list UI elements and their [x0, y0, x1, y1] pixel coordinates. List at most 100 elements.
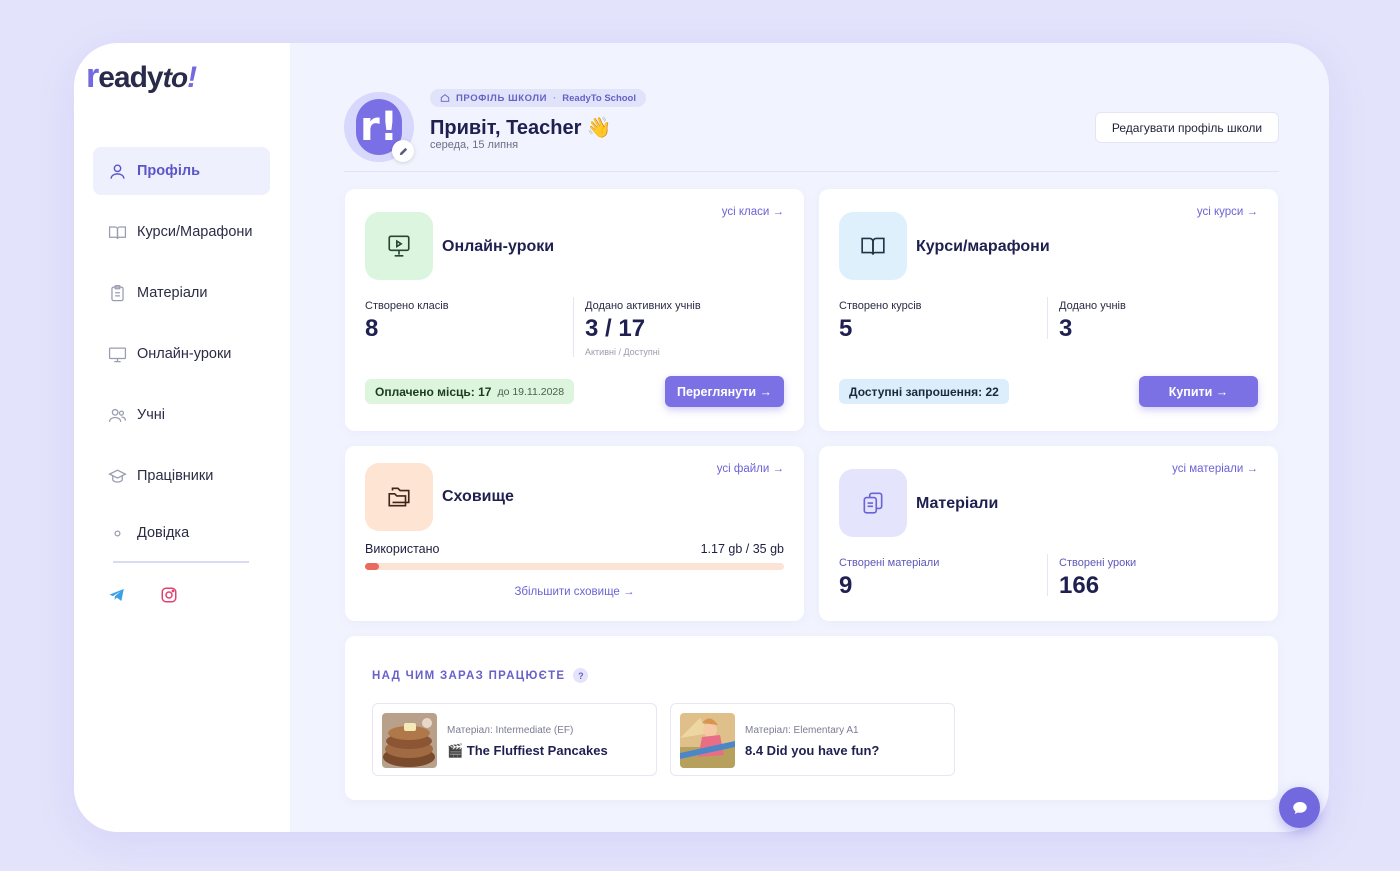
storage-used-value: 1.17 gb / 35 gb: [700, 542, 784, 556]
fun-thumbnail: [680, 713, 735, 768]
presentation-icon: [388, 235, 410, 257]
user-icon: [107, 161, 127, 181]
stat-divider: [1047, 297, 1048, 339]
sidebar-item-label: Матеріали: [137, 285, 208, 301]
sidebar-item-label: Учні: [137, 407, 165, 423]
sidebar-item-profile[interactable]: Профіль: [93, 147, 270, 195]
increase-storage-link[interactable]: Збільшити сховище →: [345, 586, 804, 598]
wip-item-title: 8.4 Did you have fun?: [745, 743, 880, 758]
sidebar-item-help[interactable]: Довідка: [93, 509, 270, 557]
wip-item-subtitle: Матеріал: Elementary A1: [745, 725, 859, 736]
card-icon-bg: [365, 463, 433, 531]
active-students-value: 3 / 17: [585, 315, 646, 342]
materials-created-label: Створені матеріали: [839, 557, 940, 569]
sidebar-item-staff[interactable]: Працівники: [93, 452, 270, 500]
pencil-icon: [399, 147, 407, 155]
book-open-icon: [107, 222, 127, 242]
wip-title: НАД ЧИМ ЗАРАЗ ПРАЦЮЄТЕ ?: [372, 668, 589, 683]
stat-divider: [1047, 554, 1048, 596]
sidebar: readyto! Профіль Курси/Марафони Матеріал…: [74, 43, 290, 832]
students-added-value: 3: [1059, 315, 1073, 342]
paid-seats-badge: Оплачено місць: 17 до 19.11.2028: [365, 379, 575, 404]
sidebar-item-label: Профіль: [137, 163, 200, 179]
book-open-icon: [861, 237, 885, 255]
materials-created-value: 9: [839, 572, 853, 599]
paid-seats-label: Оплачено місць: 17: [375, 384, 492, 399]
courses-created-value: 5: [839, 315, 853, 342]
logo-r: r: [86, 57, 99, 95]
sidebar-item-courses[interactable]: Курси/Марафони: [93, 208, 270, 256]
sidebar-divider: [113, 561, 249, 563]
chat-button[interactable]: [1279, 787, 1320, 828]
all-courses-link[interactable]: усі курси →: [1197, 206, 1258, 218]
card-icon-bg: [365, 212, 433, 280]
courses-card: усі курси → Курси/марафони Створено курс…: [819, 189, 1278, 431]
logo-exclamation: !: [187, 61, 197, 94]
header-divider: [344, 171, 1279, 172]
sidebar-item-online-lessons[interactable]: Онлайн-уроки: [93, 330, 270, 378]
wip-item-title: 🎬 The Fluffiest Pancakes: [447, 743, 608, 758]
telegram-icon[interactable]: [107, 585, 127, 605]
badge-caption: ПРОФІЛЬ ШКОЛИ: [456, 92, 548, 104]
storage-progress-fill: [365, 563, 379, 570]
all-classes-link[interactable]: усі класи →: [722, 206, 784, 218]
avatar-edit-button[interactable]: [392, 140, 414, 162]
wip-item[interactable]: Матеріал: Elementary A1 8.4 Did you have…: [670, 703, 955, 776]
storage-card: усі файли → Сховище Використано 1.17 gb …: [345, 446, 804, 621]
edit-school-profile-button[interactable]: Редагувати профіль школи: [1095, 112, 1279, 143]
classes-created-label: Створено класів: [365, 300, 449, 312]
dot-icon: [107, 523, 127, 543]
online-lessons-card: усі класи → Онлайн-уроки Створено класів…: [345, 189, 804, 431]
lessons-created-label: Створені уроки: [1059, 557, 1137, 569]
wip-item[interactable]: Матеріал: Intermediate (EF) 🎬 The Fluffi…: [372, 703, 657, 776]
chat-bubble-icon: [1292, 801, 1307, 814]
storage-progress-bar: [365, 563, 784, 570]
folders-icon: [388, 487, 410, 507]
instagram-icon[interactable]: [159, 585, 179, 605]
sidebar-item-label: Онлайн-уроки: [137, 346, 232, 362]
card-icon-bg: [839, 469, 907, 537]
view-button[interactable]: Переглянути →: [665, 376, 784, 407]
logo[interactable]: readyto!: [86, 57, 197, 96]
classes-created-value: 8: [365, 315, 379, 342]
sidebar-item-label: Працівники: [137, 468, 214, 484]
paid-until-label: до 19.11.2028: [497, 385, 565, 398]
wip-title-text: НАД ЧИМ ЗАРАЗ ПРАЦЮЄТЕ: [372, 669, 566, 682]
users-icon: [107, 405, 127, 425]
work-in-progress-card: НАД ЧИМ ЗАРАЗ ПРАЦЮЄТЕ ? Матеріал: Inter…: [345, 636, 1278, 800]
help-icon[interactable]: ?: [573, 668, 589, 683]
pancakes-thumbnail: [382, 713, 437, 768]
storage-used-label: Використано: [365, 542, 440, 556]
home-icon: [440, 94, 450, 102]
materials-card: усі матеріали → Матеріали Створені матер…: [819, 446, 1278, 621]
page-title: Привіт, Teacher 👋: [430, 117, 612, 139]
logo-ready: eady: [98, 61, 163, 94]
monitor-icon: [107, 344, 127, 364]
card-title: Курси/марафони: [916, 238, 1050, 255]
all-materials-link[interactable]: усі матеріали →: [1172, 463, 1258, 475]
buy-button[interactable]: Купити →: [1139, 376, 1258, 407]
app-window: readyto! Профіль Курси/Марафони Матеріал…: [74, 43, 1329, 832]
sidebar-item-label: Курси/Марафони: [137, 224, 253, 240]
main-content: r! ПРОФІЛЬ ШКОЛИ · ReadyTo School Привіт…: [290, 43, 1329, 832]
card-title: Матеріали: [916, 495, 999, 512]
wip-item-subtitle: Матеріал: Intermediate (EF): [447, 725, 574, 736]
sidebar-item-students[interactable]: Учні: [93, 391, 270, 439]
school-avatar: r!: [344, 92, 414, 162]
school-profile-badge: ПРОФІЛЬ ШКОЛИ · ReadyTo School: [430, 89, 647, 107]
sidebar-item-materials[interactable]: Матеріали: [93, 269, 270, 317]
date-label: середа, 15 липня: [430, 139, 519, 151]
all-files-link[interactable]: усі файли →: [717, 463, 784, 475]
card-title: Сховище: [442, 488, 514, 505]
stat-divider: [573, 297, 574, 357]
active-students-label: Додано активних учнів: [585, 300, 701, 312]
graduation-cap-icon: [107, 466, 127, 486]
card-title: Онлайн-уроки: [442, 238, 555, 255]
invites-badge: Доступні запрошення: 22: [839, 379, 1009, 404]
badge-separator: ·: [553, 92, 557, 104]
clipboard-icon: [107, 283, 127, 303]
school-name: ReadyTo School: [562, 92, 637, 104]
card-icon-bg: [839, 212, 907, 280]
logo-to: to: [162, 62, 188, 93]
active-students-sub: Активні / Доступні: [585, 347, 660, 357]
